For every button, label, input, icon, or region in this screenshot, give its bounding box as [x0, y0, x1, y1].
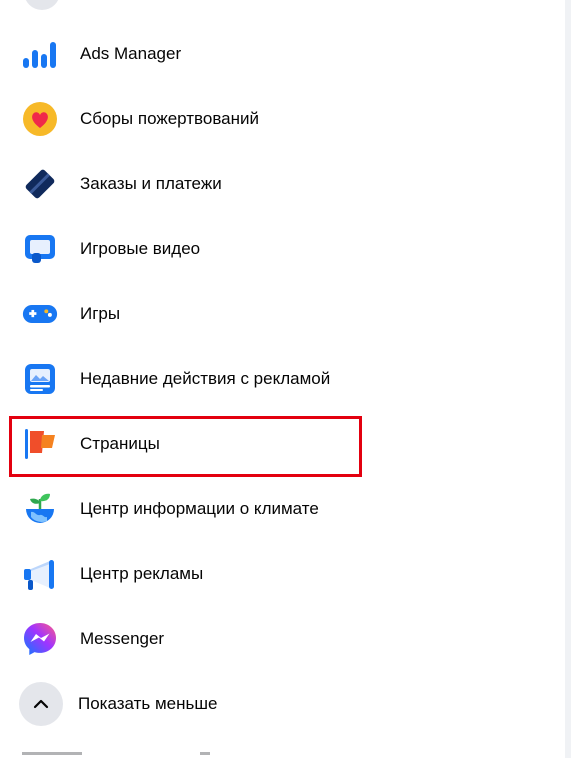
- payment-card-icon: [22, 166, 58, 202]
- menu-item-climate-center[interactable]: Центр информации о климате: [8, 481, 548, 537]
- menu-item-fundraisers[interactable]: Сборы пожертвований: [8, 91, 548, 147]
- menu-item-label: Центр информации о климате: [80, 499, 319, 518]
- menu-item-pages[interactable]: Страницы: [8, 416, 548, 472]
- pages-flag-icon: [22, 426, 58, 462]
- menu-item-label: Заказы и платежи: [80, 174, 222, 193]
- menu-item-label: Сборы пожертвований: [80, 109, 259, 128]
- menu-item-label: Игровые видео: [80, 239, 201, 258]
- menu-item-label: Ads Manager: [80, 44, 182, 63]
- ads-manager-bar-chart-icon: [22, 36, 58, 72]
- menu-item-label: Центр рекламы: [80, 564, 204, 583]
- recent-ad-activity-icon: [22, 361, 58, 397]
- menu-item-ads-manager[interactable]: Ads Manager: [8, 26, 548, 82]
- menu-item-label: Недавние действия с рекламой: [80, 369, 331, 388]
- chevron-up-icon: [19, 682, 63, 726]
- menu-item-orders-payments[interactable]: Заказы и платежи: [8, 156, 548, 212]
- menu-item-gaming-video[interactable]: Игровые видео: [8, 221, 548, 277]
- show-less-button[interactable]: Показать меньше: [8, 676, 548, 732]
- cropped-footer-text: [0, 750, 565, 758]
- show-less-label: Показать меньше: [78, 694, 218, 713]
- climate-sprout-globe-icon: [22, 491, 58, 527]
- gamepad-icon: [22, 296, 58, 332]
- menu-item-games[interactable]: Игры: [8, 286, 548, 342]
- messenger-icon: [22, 621, 58, 657]
- menu-item-label: Страницы: [80, 434, 160, 453]
- menu-item-label: Игры: [80, 304, 121, 323]
- menu-item-messenger[interactable]: Messenger: [8, 611, 548, 667]
- menu-panel: Ads Manager Сборы пожертвований Заказы и…: [0, 0, 565, 758]
- cropped-previous-item-icon: [24, 0, 60, 10]
- megaphone-icon: [22, 556, 58, 592]
- menu-item-ad-center[interactable]: Центр рекламы: [8, 546, 548, 602]
- menu-item-recent-ad-activity[interactable]: Недавние действия с рекламой: [8, 351, 548, 407]
- heart-donation-icon: [22, 101, 58, 137]
- menu-item-label: Messenger: [80, 629, 165, 648]
- gaming-video-icon: [22, 231, 58, 267]
